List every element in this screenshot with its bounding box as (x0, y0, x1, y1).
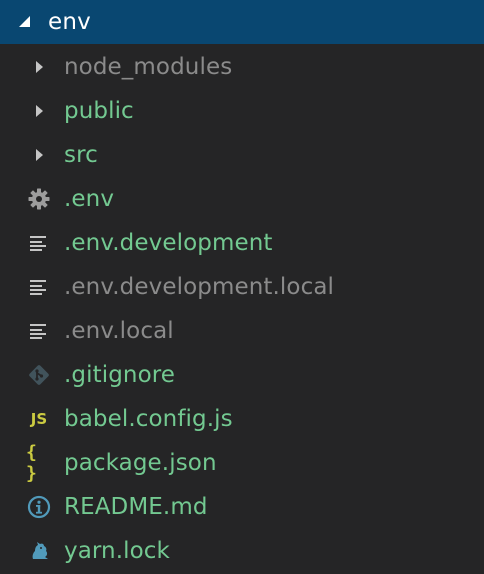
javascript-icon: JS (26, 407, 52, 431)
tree-item-label: node_modules (64, 54, 233, 80)
javascript-icon-text: JS (30, 410, 48, 428)
info-icon (26, 495, 52, 519)
tree-item-label: .gitignore (64, 362, 176, 388)
json-icon: { } (26, 442, 52, 484)
text-file-icon (26, 275, 52, 299)
tree-item-label: package.json (64, 450, 217, 476)
tree-item-package-json[interactable]: { } package.json (0, 441, 484, 485)
chevron-right-icon[interactable] (26, 55, 52, 79)
tree-item-src[interactable]: src (0, 133, 484, 177)
file-explorer: env node_modules public src .env .env.de… (0, 0, 484, 574)
text-file-icon (26, 319, 52, 343)
tree-item-yarn-lock[interactable]: yarn.lock (0, 529, 484, 573)
tree-item-node-modules[interactable]: node_modules (0, 45, 484, 89)
tree-item-env-development[interactable]: .env.development (0, 221, 484, 265)
tree-item-label: yarn.lock (64, 538, 170, 564)
tree-item-label: src (64, 142, 98, 168)
tree-item-label: README.md (64, 494, 208, 520)
tree-item-babel-config[interactable]: JS babel.config.js (0, 397, 484, 441)
tree-root-env[interactable]: env (0, 0, 484, 44)
text-file-icon (26, 231, 52, 255)
tree-item-label: .env (64, 186, 115, 212)
tree-item-public[interactable]: public (0, 89, 484, 133)
tree-root-label: env (48, 9, 91, 35)
git-icon (26, 363, 52, 387)
tree-item-label: public (64, 98, 134, 124)
tree-item-label: .env.local (64, 318, 174, 344)
tree-item-label: .env.development.local (64, 274, 335, 300)
tree-item-label: babel.config.js (64, 406, 233, 432)
tree-item-readme[interactable]: README.md (0, 485, 484, 529)
chevron-right-icon[interactable] (26, 99, 52, 123)
tree-item-env-development-local[interactable]: .env.development.local (0, 265, 484, 309)
tree-item-gitignore[interactable]: .gitignore (0, 353, 484, 397)
tree-item-env-local[interactable]: .env.local (0, 309, 484, 353)
tree-item-label: .env.development (64, 230, 273, 256)
tree-item-env-file[interactable]: .env (0, 177, 484, 221)
yarn-icon (26, 539, 52, 563)
chevron-right-icon[interactable] (26, 143, 52, 167)
json-icon-text: { } (26, 442, 38, 484)
gear-icon (26, 187, 52, 211)
